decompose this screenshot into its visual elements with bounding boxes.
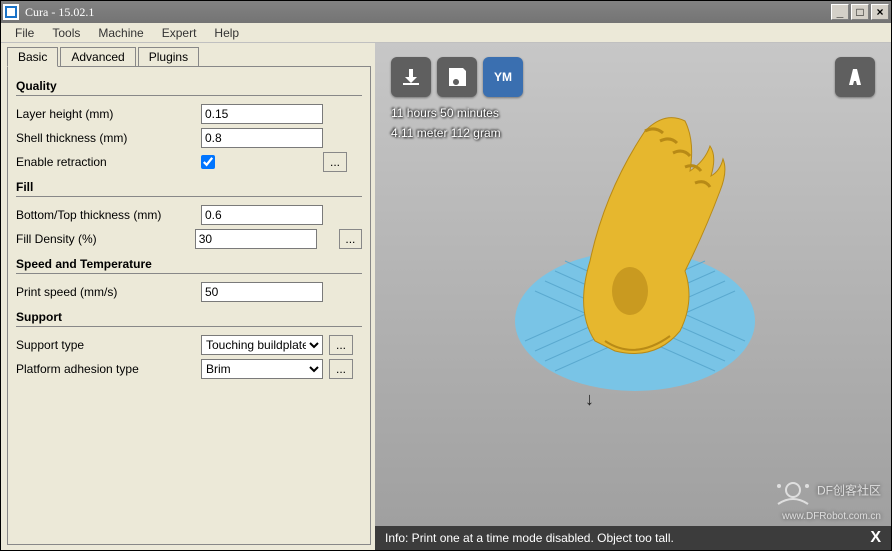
load-icon [399, 65, 423, 89]
retraction-settings-button[interactable]: ... [323, 152, 347, 172]
material-estimate: 4.11 meter 112 gram [391, 123, 501, 143]
input-shell-thickness[interactable] [201, 128, 323, 148]
label-support-type: Support type [16, 338, 201, 352]
fill-settings-button[interactable]: ... [339, 229, 362, 249]
info-text: Info: Print one at a time mode disabled.… [385, 531, 674, 545]
input-bottom-top-thickness[interactable] [201, 205, 323, 225]
settings-panel: Basic Advanced Plugins Quality Layer hei… [1, 43, 375, 550]
ym-label: YM [494, 70, 512, 84]
menu-file[interactable]: File [7, 24, 42, 42]
minimize-button[interactable]: _ [831, 4, 849, 20]
label-platform-adhesion: Platform adhesion type [16, 362, 201, 376]
section-speed: Speed and Temperature [16, 257, 362, 274]
label-shell-thickness: Shell thickness (mm) [16, 131, 201, 145]
menubar: File Tools Machine Expert Help [1, 23, 891, 43]
section-fill: Fill [16, 180, 362, 197]
input-print-speed[interactable] [201, 282, 323, 302]
tab-advanced[interactable]: Advanced [60, 47, 135, 67]
build-plate [495, 91, 775, 411]
info-close-button[interactable]: X [870, 529, 881, 547]
close-button[interactable]: × [871, 4, 889, 20]
save-gcode-button[interactable] [437, 57, 477, 97]
menu-help[interactable]: Help [206, 24, 247, 42]
label-layer-height: Layer height (mm) [16, 107, 201, 121]
input-fill-density[interactable] [195, 229, 317, 249]
select-platform-adhesion[interactable]: Brim [201, 359, 323, 379]
adhesion-settings-button[interactable]: ... [329, 359, 353, 379]
section-quality: Quality [16, 79, 362, 96]
tab-basic[interactable]: Basic [7, 47, 58, 67]
save-icon [445, 65, 469, 89]
titlebar: Cura - 15.02.1 _ □ × [1, 1, 891, 23]
watermark: DF创客社区 www.DFRobot.com.cn [773, 476, 881, 522]
input-layer-height[interactable] [201, 104, 323, 124]
3d-viewport[interactable]: YM 11 hours 50 minutes 4.11 meter 112 gr… [375, 43, 891, 550]
south-indicator-icon: ↓ [585, 389, 594, 410]
label-print-speed: Print speed (mm/s) [16, 285, 201, 299]
select-support-type[interactable]: Touching buildplate [201, 335, 323, 355]
label-bottom-top-thickness: Bottom/Top thickness (mm) [16, 208, 201, 222]
menu-machine[interactable]: Machine [90, 24, 151, 42]
load-model-button[interactable] [391, 57, 431, 97]
menu-tools[interactable]: Tools [44, 24, 88, 42]
label-fill-density: Fill Density (%) [16, 232, 195, 246]
app-icon [3, 4, 19, 20]
view-mode-button[interactable] [835, 57, 875, 97]
support-settings-button[interactable]: ... [329, 335, 353, 355]
menu-expert[interactable]: Expert [154, 24, 205, 42]
tab-plugins[interactable]: Plugins [138, 47, 199, 67]
window-title: Cura - 15.02.1 [25, 5, 94, 20]
checkbox-enable-retraction[interactable] [201, 155, 215, 169]
time-estimate: 11 hours 50 minutes [391, 103, 501, 123]
print-estimate: 11 hours 50 minutes 4.11 meter 112 gram [391, 103, 501, 143]
watermark-logo-icon [773, 476, 813, 506]
section-support: Support [16, 310, 362, 327]
label-enable-retraction: Enable retraction [16, 155, 201, 169]
view-icon [843, 65, 867, 89]
info-bar: Info: Print one at a time mode disabled.… [375, 526, 891, 550]
maximize-button[interactable]: □ [851, 4, 869, 20]
